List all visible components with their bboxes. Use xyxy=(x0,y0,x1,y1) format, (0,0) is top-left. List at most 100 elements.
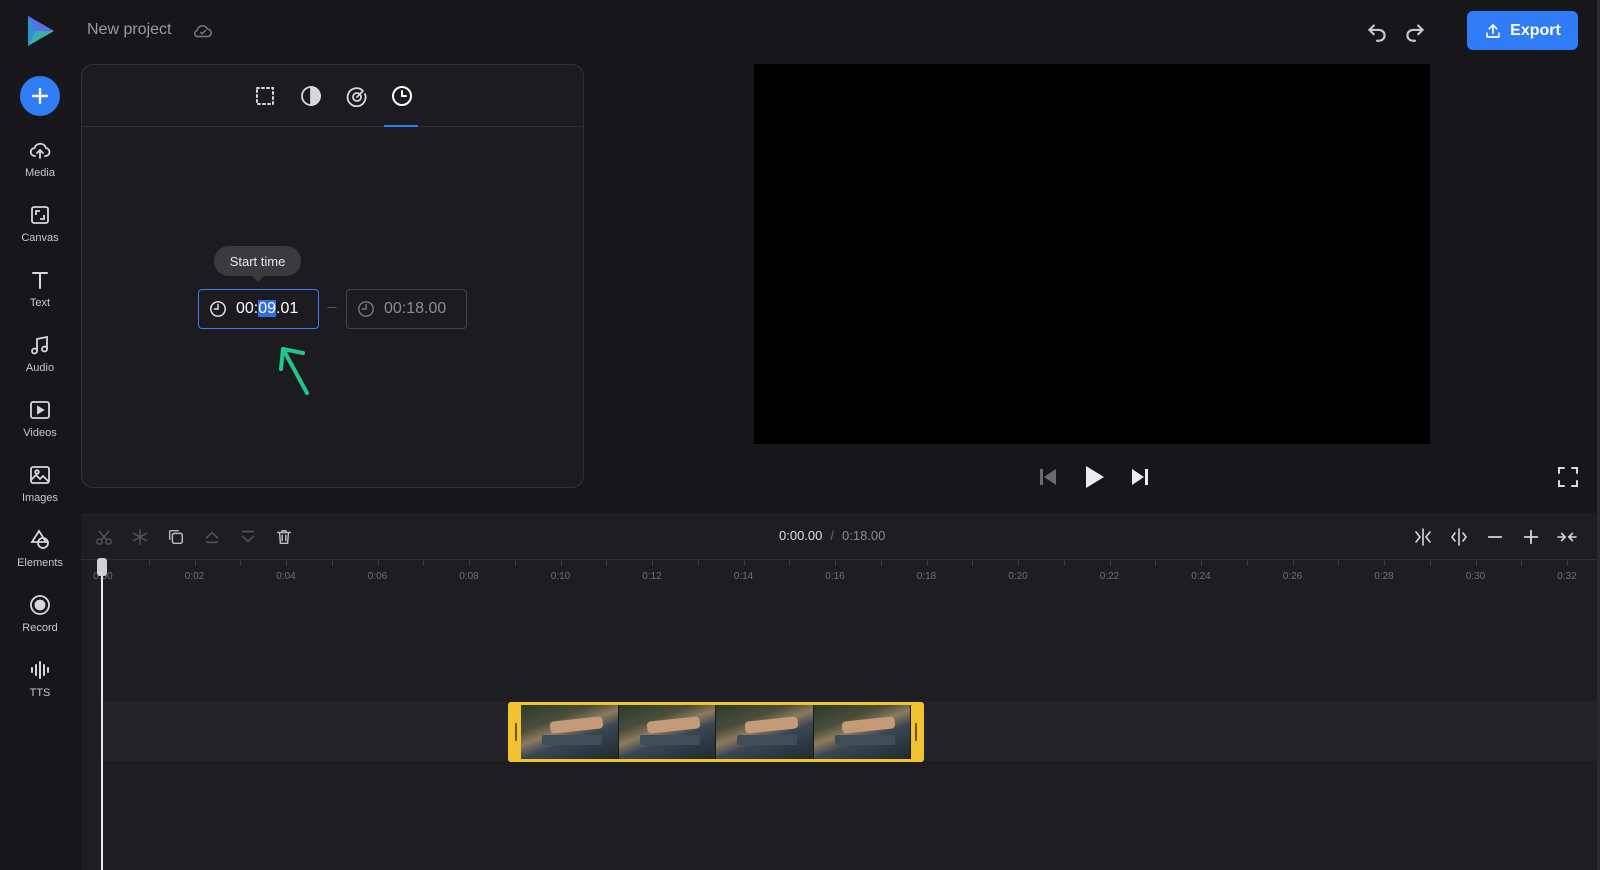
ruler-tick xyxy=(377,560,379,566)
ruler-tick xyxy=(286,560,287,566)
time-separator: / xyxy=(830,528,834,543)
sidebar-item-elements[interactable]: Elements xyxy=(0,528,80,586)
add-button[interactable] xyxy=(20,76,60,116)
clock-icon xyxy=(392,86,412,106)
zoom-in-button[interactable] xyxy=(1520,526,1542,548)
upload-icon xyxy=(1486,23,1500,38)
tab-speed[interactable] xyxy=(342,81,372,111)
freeze-button[interactable] xyxy=(129,526,151,548)
time-readout: 0:00.00 / 0:18.00 xyxy=(779,528,885,543)
clip-trim-start-handle[interactable] xyxy=(511,705,521,759)
sidebar: Media Canvas Text Audio Videos Images El… xyxy=(0,62,80,870)
delete-button[interactable] xyxy=(273,526,295,548)
speed-icon xyxy=(346,87,367,107)
sidebar-item-media[interactable]: Media xyxy=(0,138,80,196)
image-icon xyxy=(30,466,50,484)
snap-button[interactable] xyxy=(1412,526,1434,548)
tab-adjust[interactable] xyxy=(296,81,326,111)
ruler-tick xyxy=(789,560,791,566)
contrast-icon xyxy=(301,86,321,106)
move-up-button[interactable] xyxy=(201,526,223,548)
sidebar-item-images[interactable]: Images xyxy=(0,463,80,521)
export-button[interactable]: Export xyxy=(1467,11,1578,50)
ruler-tick xyxy=(1246,560,1248,566)
ruler-tick xyxy=(1384,560,1385,566)
sidebar-item-label: Record xyxy=(22,622,58,634)
skip-back-button[interactable] xyxy=(1034,463,1062,491)
move-down-button[interactable] xyxy=(237,526,259,548)
playhead[interactable] xyxy=(101,560,103,870)
sidebar-item-record[interactable]: Record xyxy=(0,593,80,651)
undo-icon[interactable] xyxy=(1364,18,1390,44)
ruler-tick xyxy=(926,560,928,566)
record-icon xyxy=(30,595,50,615)
video-clip[interactable] xyxy=(508,702,924,762)
sidebar-item-tts[interactable]: TTS xyxy=(0,658,80,716)
ruler-tick-label: 0:18 xyxy=(916,571,937,582)
ruler-tick xyxy=(1521,560,1523,566)
ruler-tick xyxy=(1567,560,1568,566)
ruler-tick-label: 0:04 xyxy=(276,571,296,582)
redo-icon[interactable] xyxy=(1402,18,1428,44)
play-button[interactable] xyxy=(1080,463,1108,491)
active-tab-indicator xyxy=(384,125,418,127)
canvas-icon xyxy=(31,206,49,224)
start-time-minutes: 00: xyxy=(236,300,259,317)
split-view-button[interactable] xyxy=(1448,526,1470,548)
playhead-handle[interactable] xyxy=(97,558,107,576)
clock-icon xyxy=(358,301,374,317)
ruler-tick xyxy=(1338,560,1340,566)
ruler-tick-label: 0:24 xyxy=(1191,571,1211,582)
properties-tab-bar xyxy=(82,65,583,127)
clip-thumbnails xyxy=(521,705,911,759)
shapes-icon xyxy=(30,529,49,549)
video-preview[interactable] xyxy=(754,64,1430,444)
ruler-tick xyxy=(1155,560,1157,566)
annotation-arrow-icon xyxy=(279,347,309,395)
start-time-value[interactable]: 00:09.01 xyxy=(236,300,298,318)
fullscreen-icon[interactable] xyxy=(1556,465,1580,489)
duplicate-button[interactable] xyxy=(165,526,187,548)
sidebar-item-label: Elements xyxy=(17,557,63,569)
ruler-tick xyxy=(423,560,425,566)
time-range-separator xyxy=(327,307,337,308)
sidebar-item-audio[interactable]: Audio xyxy=(0,333,80,391)
project-title[interactable]: New project xyxy=(87,21,171,39)
waveform-icon xyxy=(31,661,49,679)
ruler-tick xyxy=(880,560,882,566)
clip-thumbnail xyxy=(618,705,716,759)
ruler-tick-label: 0:02 xyxy=(184,571,205,582)
app-logo-icon[interactable] xyxy=(24,14,56,48)
sidebar-item-label: Videos xyxy=(23,427,57,439)
ruler-tick-label: 0:12 xyxy=(642,571,662,582)
tab-timing[interactable] xyxy=(387,81,417,111)
plus-icon xyxy=(1523,529,1539,545)
sidebar-item-text[interactable]: Text xyxy=(0,268,80,326)
sidebar-item-canvas[interactable]: Canvas xyxy=(0,203,80,261)
ruler-tick xyxy=(1292,560,1294,566)
crop-icon xyxy=(256,87,274,105)
upload-cloud-icon xyxy=(29,142,51,159)
start-time-fraction: .01 xyxy=(276,300,299,317)
fit-timeline-button[interactable] xyxy=(1556,526,1578,548)
split-button[interactable] xyxy=(93,526,115,548)
timeline-ruler[interactable]: 0:00 0:02 0:04 0:06 0:08 0:10 0:12 0:14 0:16 0:18… xyxy=(81,559,1600,589)
ruler-tick xyxy=(652,560,653,566)
snowflake-icon xyxy=(132,529,148,545)
ruler-tick xyxy=(194,560,196,566)
sidebar-item-label: Audio xyxy=(25,362,55,374)
sidebar-item-videos[interactable]: Videos xyxy=(0,398,80,456)
music-note-icon xyxy=(31,335,48,355)
end-time-input[interactable]: 00:18.00 xyxy=(346,289,467,329)
timeline: 0:00.00 / 0:18.00 0:00 0:02 0:04 0:06 0:08 0:… xyxy=(81,513,1600,870)
move-down-icon xyxy=(241,530,255,543)
clip-trim-end-handle[interactable] xyxy=(911,705,921,759)
ruler-tick-label: 0:20 xyxy=(1008,571,1028,582)
start-time-input[interactable]: 00:09.01 xyxy=(198,289,319,329)
zoom-out-button[interactable] xyxy=(1484,526,1506,548)
sidebar-item-label: TTS xyxy=(29,687,51,699)
start-time-tooltip: Start time xyxy=(214,246,301,282)
skip-forward-button[interactable] xyxy=(1126,463,1154,491)
tab-crop[interactable] xyxy=(250,81,280,111)
snap-icon xyxy=(1415,528,1431,546)
